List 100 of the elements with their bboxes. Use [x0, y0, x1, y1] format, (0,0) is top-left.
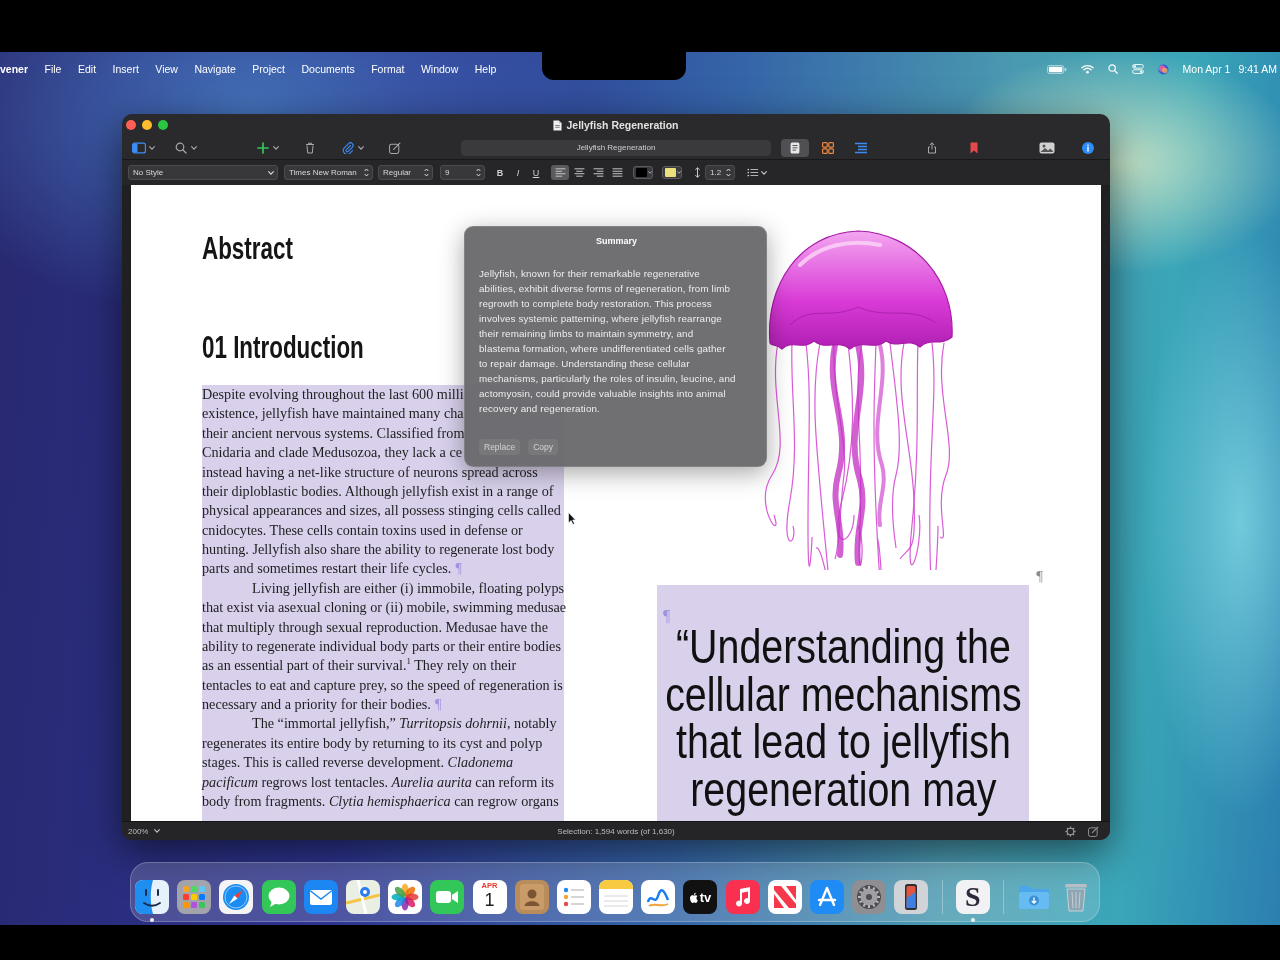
compose-icon[interactable] — [388, 141, 402, 154]
line-spacing-field[interactable]: 1.2 — [705, 165, 735, 180]
wifi-icon[interactable] — [1080, 64, 1094, 74]
close-button[interactable] — [126, 120, 136, 130]
menu-item[interactable]: Documents — [301, 63, 355, 75]
gear-icon[interactable] — [852, 880, 887, 914]
compose-icon[interactable] — [1088, 825, 1099, 837]
app-grid-icon[interactable] — [177, 880, 212, 914]
paragraph-style-dropdown[interactable]: No Style — [128, 165, 278, 180]
minimize-button[interactable] — [142, 120, 152, 130]
font-size-field[interactable]: 9 — [440, 165, 485, 180]
menu-item[interactable]: Window — [420, 63, 459, 75]
orb-icon[interactable] — [1157, 63, 1169, 75]
stepper-icon — [726, 168, 731, 177]
menu-item[interactable]: Edit — [77, 63, 97, 75]
chevron-down-icon — [191, 145, 197, 150]
text-style-button[interactable]: U — [529, 165, 543, 180]
menu-item[interactable]: File — [44, 63, 62, 75]
page-icon — [789, 141, 801, 154]
info-icon[interactable] — [1081, 141, 1095, 154]
grid-icon — [822, 141, 834, 154]
battery-icon[interactable] — [1046, 64, 1067, 74]
chevron-down-icon — [149, 145, 155, 150]
menu-item[interactable]: Format — [371, 63, 405, 75]
search-icon — [174, 141, 188, 154]
video-camera-icon[interactable] — [430, 880, 465, 914]
chevron-down-icon — [648, 171, 652, 174]
alignment-button[interactable] — [551, 165, 569, 180]
paragraph-mark: ¶ — [663, 609, 671, 623]
gear-icon[interactable] — [1065, 825, 1076, 837]
body-paragraph: Living jellyfish are either (i) immobile, floating polyps that exist via asexual cloning or (ii) mobile, swimming medusae that multiply through sexual reproduction. Medusae have the ability to regenerate individual body parts or their entire bodies as an essential part of their survival.$^{1}$ They rely on their tentacles to eat and capture prey, so the speed of regeneration is necessary and a priority for their bodies. ¶ — [202, 578, 564, 714]
search-icon[interactable] — [1107, 64, 1118, 74]
body-text-line: Despite evolving throughout the last 600 milli — [202, 385, 464, 404]
bookmark-icon[interactable] — [969, 141, 979, 154]
list-style-button[interactable] — [747, 168, 767, 177]
paperclip-icon — [341, 141, 355, 154]
zoom-button[interactable] — [158, 120, 168, 130]
flower-icon[interactable] — [388, 880, 423, 914]
compass-icon[interactable] — [219, 880, 254, 914]
image-icon[interactable] — [1039, 141, 1055, 154]
align-justify-icon — [611, 168, 623, 177]
menu-item[interactable]: Help — [474, 63, 497, 75]
attach-menu-button[interactable] — [341, 141, 364, 154]
text-style-button[interactable]: I — [511, 165, 525, 180]
sidebar-menu-button[interactable] — [132, 141, 155, 154]
toggles-icon[interactable] — [1131, 64, 1144, 74]
chevron-down-icon — [268, 170, 274, 175]
menu-item[interactable]: Navigate — [194, 63, 236, 75]
paragraph-mark: ¶ — [1036, 570, 1043, 582]
chevron-down-icon — [154, 829, 161, 833]
app-menu[interactable]: vener — [0, 63, 29, 75]
s-app-icon[interactable]: S — [955, 880, 990, 914]
menu-item[interactable]: Project — [252, 63, 286, 75]
menu-item[interactable]: View — [155, 63, 178, 75]
stepper-icon — [364, 168, 369, 177]
lines-icon — [855, 141, 867, 154]
font-family-dropdown[interactable]: Times New Roman — [284, 165, 373, 180]
document-title-display: Jellyfish Regeneration — [461, 139, 771, 156]
chevron-down-icon — [273, 145, 279, 150]
font-style-dropdown[interactable]: Regular — [378, 165, 433, 180]
trash-icon[interactable] — [304, 141, 316, 154]
search-menu-button[interactable] — [174, 141, 197, 154]
align-center-icon — [573, 168, 585, 177]
text-style-button[interactable]: B — [493, 165, 507, 180]
chevron-down-icon — [761, 170, 767, 175]
summary-text: Jellyfish, known for their remarkable regenerative abilities, exhibit diverse forms of regeneration, from limb regrowth to complete body restoration. This process involves systemic patterning, where jellyfish rearrange their remaining limbs to maintain symmetry, and blastema formation, where undifferentiated cells gather to repair damage. Understanding these cellular mechanisms, particularly the roles of insulin, leucine, and actomyosin, could provide valuable insights into animal recovery and regeneration. — [479, 267, 736, 416]
highlight-color-well[interactable] — [662, 166, 682, 179]
align-right-icon — [592, 168, 604, 177]
notepad-icon[interactable] — [599, 880, 634, 914]
body-text-line: their ancient nervous systems. Classified from — [202, 423, 465, 443]
address-book-icon[interactable] — [514, 880, 549, 914]
sidebar-icon — [132, 141, 146, 154]
section-heading: 01 Introduction — [202, 328, 364, 367]
body-paragraph: The “immortal jellyfish,” Turritopsis dohrnii, notably regenerates its entire body by returning to its cyst and polyp stages. This is called reverse development. Cladonema pacificum regrows lost tentacles. Aurelia aurita can reform its body from fragments. Clytia hemisphaerica can regrow organs — [202, 714, 560, 811]
music-note-icon[interactable] — [725, 880, 760, 914]
popover-title: Summary — [596, 235, 637, 248]
diagonal-stripes-icon[interactable] — [767, 880, 802, 914]
selection-word-count: Selection: 1,594 words (of 1,630) — [557, 826, 675, 836]
section-heading: Abstract — [202, 229, 293, 268]
share-icon[interactable] — [926, 141, 938, 154]
stepper-icon — [424, 168, 429, 177]
a-shape-icon[interactable] — [810, 880, 844, 914]
add-menu-button[interactable] — [256, 141, 279, 154]
mouse-pointer-icon — [568, 512, 576, 525]
smiling-face-icon[interactable] — [135, 880, 169, 914]
checklist-icon[interactable] — [556, 880, 591, 914]
tv-icon[interactable]: tv — [683, 880, 718, 914]
text-color-well[interactable] — [633, 166, 653, 179]
view-mode-button[interactable] — [781, 138, 809, 157]
speech-bubble-icon[interactable] — [261, 880, 296, 914]
scribble-icon[interactable] — [641, 880, 676, 914]
body-text-line: existence, jellyfish have maintained many cha — [202, 404, 464, 424]
list-icon — [747, 168, 759, 177]
envelope-icon[interactable] — [303, 880, 338, 914]
menu-item[interactable]: Insert — [112, 63, 139, 75]
window-title: Jellyfish Regeneration — [566, 119, 679, 131]
map-icon[interactable] — [345, 880, 380, 914]
zoom-dropdown[interactable]: 200% — [128, 826, 161, 836]
phone-icon[interactable] — [894, 880, 929, 914]
document-icon — [553, 119, 563, 131]
